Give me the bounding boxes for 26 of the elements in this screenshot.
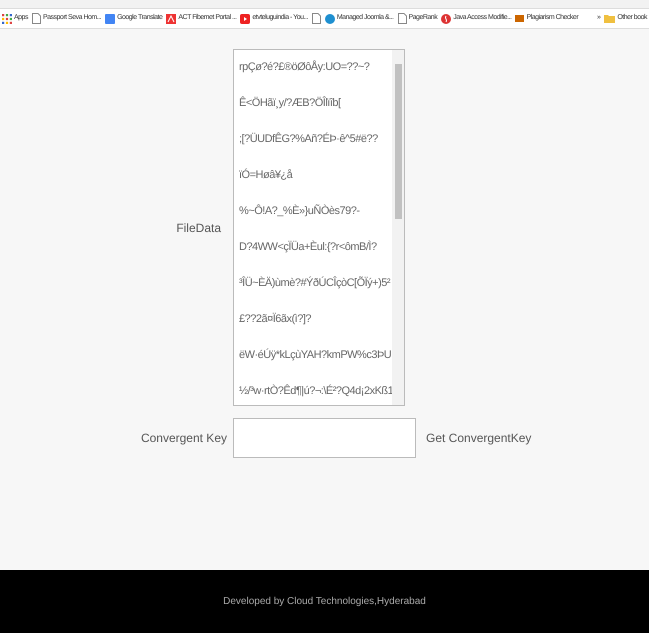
- get-convergent-key-link[interactable]: Get ConvergentKey: [426, 429, 532, 447]
- text-area[interactable]: [233, 49, 405, 406]
- page-icon: [398, 13, 406, 24]
- text-line: ïÓ=Høâ¥¿å: [239, 168, 294, 182]
- play-icon: [240, 14, 250, 24]
- translate-icon: [105, 14, 116, 24]
- logo-icon: [515, 15, 524, 22]
- text-line: rpÇø?é?£®öØôÅy:UO=??~?: [239, 60, 370, 74]
- page-icon: [312, 13, 321, 24]
- text-line: Ê<ÖHãï¸y/?ÆB?ÖÎlïîb[: [239, 96, 342, 110]
- field-label: Convergent Key: [140, 430, 227, 447]
- flame-icon: [441, 14, 452, 24]
- text-line: D?4WW<çÏÜa+Èul:{?r<ômB/Ì?: [239, 240, 378, 254]
- text-line: ;[?ÜUDfÊG?%Añ?ÉÞ·ê^5#ë??: [239, 132, 379, 146]
- act-logo-icon: [166, 14, 176, 24]
- text-line: £??2ã¤Ï6ãx(ì?]?: [239, 312, 312, 326]
- apps-grid-icon: [2, 14, 12, 24]
- field-label: FileData: [176, 220, 221, 236]
- scrollbar[interactable]: [392, 50, 404, 405]
- text-line: ³ÎÜ~ÈÄ)ùmè?#ÝðÚCÎçòC[ÕÏý+)5²: [239, 276, 388, 290]
- footer-text: Developed by Cloud Technologies,Hyderabad: [223, 595, 426, 609]
- page-icon: [32, 13, 41, 24]
- convergent-key-field[interactable]: [233, 418, 416, 458]
- folder-icon: [604, 14, 616, 23]
- text-line: %~Ô!A?_%È»}uÑÒès79?-: [239, 204, 361, 218]
- chat-bubble-icon: [324, 14, 335, 24]
